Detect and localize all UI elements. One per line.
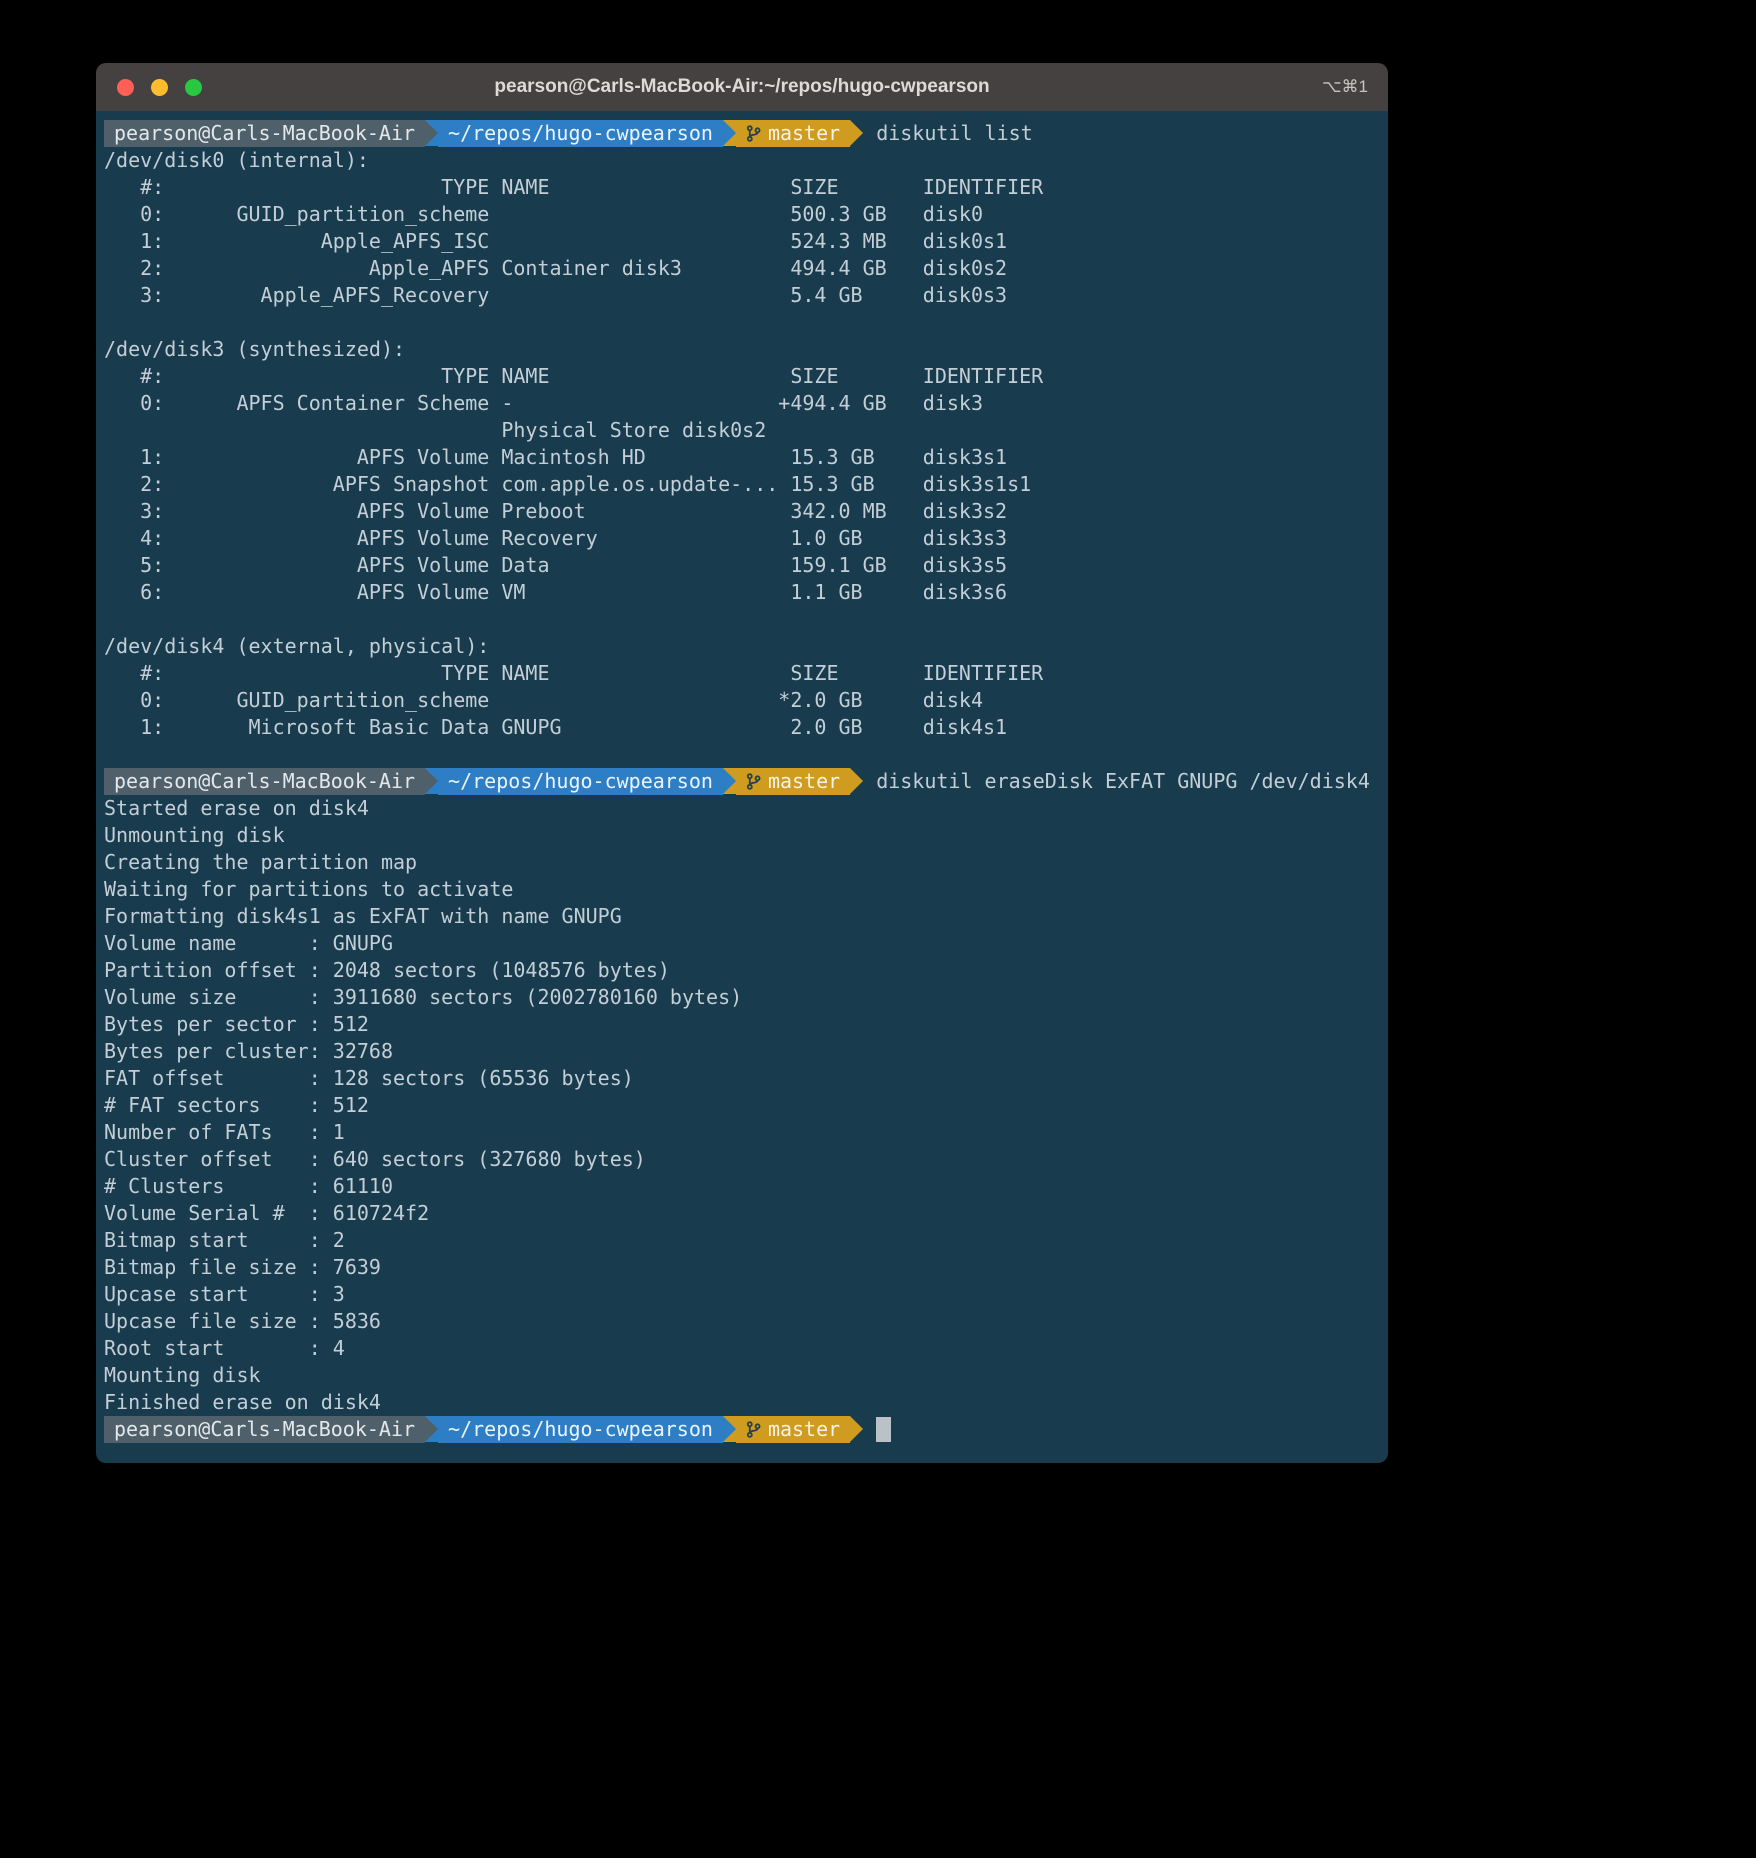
terminal-output-line: Started erase on disk4 [104, 795, 1380, 822]
window-titlebar[interactable]: pearson@Carls-MacBook-Air:~/repos/hugo-c… [96, 63, 1388, 111]
powerline-separator-icon [723, 1416, 736, 1442]
terminal-window: pearson@Carls-MacBook-Air:~/repos/hugo-c… [96, 63, 1388, 1463]
command-text: diskutil eraseDisk ExFAT GNUPG /dev/disk… [863, 768, 1370, 795]
powerline-separator-icon [425, 768, 438, 794]
git-branch-name: master [768, 120, 840, 147]
terminal-output-line: 0: APFS Container Scheme - +494.4 GB dis… [104, 390, 1380, 417]
terminal-output-line: Upcase start : 3 [104, 1281, 1380, 1308]
terminal-output-line: 3: APFS Volume Preboot 342.0 MB disk3s2 [104, 498, 1380, 525]
powerline-separator-icon [723, 120, 736, 146]
prompt-directory: ~/repos/hugo-cwpearson [438, 1416, 723, 1443]
terminal-output-line: Volume Serial # : 610724f2 [104, 1200, 1380, 1227]
terminal-cursor[interactable] [876, 1417, 891, 1442]
terminal-output-line: 4: APFS Volume Recovery 1.0 GB disk3s3 [104, 525, 1380, 552]
terminal-output-line: 2: Apple_APFS Container disk3 494.4 GB d… [104, 255, 1380, 282]
terminal-output-line: Formatting disk4s1 as ExFAT with name GN… [104, 903, 1380, 930]
prompt-line-3: pearson@Carls-MacBook-Air ~/repos/hugo-c… [104, 1416, 1380, 1443]
terminal-output-line: Bytes per cluster: 32768 [104, 1038, 1380, 1065]
terminal-output-line: Physical Store disk0s2 [104, 417, 1380, 444]
minimize-button[interactable] [151, 79, 168, 96]
command-text: diskutil list [863, 120, 1033, 147]
terminal-output-line: Bitmap file size : 7639 [104, 1254, 1380, 1281]
terminal-output-line [104, 606, 1380, 633]
terminal-output-line: Finished erase on disk4 [104, 1389, 1380, 1416]
terminal-output-line: /dev/disk3 (synthesized): [104, 336, 1380, 363]
git-branch-icon [746, 125, 761, 142]
traffic-lights [96, 79, 202, 96]
terminal-output-line: # FAT sectors : 512 [104, 1092, 1380, 1119]
prompt-git-segment: master [736, 1416, 850, 1443]
terminal-output-line: 1: Apple_APFS_ISC 524.3 MB disk0s1 [104, 228, 1380, 255]
terminal-output-line: 1: APFS Volume Macintosh HD 15.3 GB disk… [104, 444, 1380, 471]
git-branch-icon [746, 773, 761, 790]
terminal-output-line: Partition offset : 2048 sectors (1048576… [104, 957, 1380, 984]
prompt-git-segment: master [736, 120, 850, 147]
terminal-output-line [104, 309, 1380, 336]
terminal-output-line: Waiting for partitions to activate [104, 876, 1380, 903]
terminal-output-line: Mounting disk [104, 1362, 1380, 1389]
prompt-git-segment: master [736, 768, 850, 795]
powerline-separator-icon [850, 1416, 863, 1442]
prompt-user-host: pearson@Carls-MacBook-Air [104, 1416, 425, 1443]
terminal-output-line: Unmounting disk [104, 822, 1380, 849]
close-button[interactable] [117, 79, 134, 96]
terminal-output-line: #: TYPE NAME SIZE IDENTIFIER [104, 174, 1380, 201]
terminal-output-line: # Clusters : 61110 [104, 1173, 1380, 1200]
window-shortcut-badge: ⌥⌘1 [1322, 77, 1368, 97]
terminal-output-line: FAT offset : 128 sectors (65536 bytes) [104, 1065, 1380, 1092]
terminal-output-line: Creating the partition map [104, 849, 1380, 876]
diskutil-list-output: /dev/disk0 (internal): #: TYPE NAME SIZE… [104, 147, 1380, 768]
terminal-output-line: #: TYPE NAME SIZE IDENTIFIER [104, 363, 1380, 390]
window-title: pearson@Carls-MacBook-Air:~/repos/hugo-c… [96, 76, 1388, 98]
terminal-output-line [104, 741, 1380, 768]
terminal-output-line: Bitmap start : 2 [104, 1227, 1380, 1254]
powerline-separator-icon [850, 120, 863, 146]
prompt-line-1: pearson@Carls-MacBook-Air ~/repos/hugo-c… [104, 120, 1380, 147]
prompt-directory: ~/repos/hugo-cwpearson [438, 768, 723, 795]
terminal-output-line: 6: APFS Volume VM 1.1 GB disk3s6 [104, 579, 1380, 606]
git-branch-icon [746, 1421, 761, 1438]
git-branch-name: master [768, 768, 840, 795]
terminal-output-line: Volume size : 3911680 sectors (200278016… [104, 984, 1380, 1011]
prompt-user-host: pearson@Carls-MacBook-Air [104, 768, 425, 795]
erase-disk-output: Started erase on disk4Unmounting diskCre… [104, 795, 1380, 1416]
powerline-separator-icon [850, 768, 863, 794]
zoom-button[interactable] [185, 79, 202, 96]
terminal-output-line: /dev/disk4 (external, physical): [104, 633, 1380, 660]
terminal-content[interactable]: pearson@Carls-MacBook-Air ~/repos/hugo-c… [96, 111, 1388, 1463]
terminal-output-line: Cluster offset : 640 sectors (327680 byt… [104, 1146, 1380, 1173]
terminal-output-line: 3: Apple_APFS_Recovery 5.4 GB disk0s3 [104, 282, 1380, 309]
terminal-output-line: Volume name : GNUPG [104, 930, 1380, 957]
powerline-separator-icon [425, 120, 438, 146]
terminal-output-line: 0: GUID_partition_scheme 500.3 GB disk0 [104, 201, 1380, 228]
terminal-output-line: Number of FATs : 1 [104, 1119, 1380, 1146]
terminal-output-line: 5: APFS Volume Data 159.1 GB disk3s5 [104, 552, 1380, 579]
terminal-output-line: 1: Microsoft Basic Data GNUPG 2.0 GB dis… [104, 714, 1380, 741]
prompt-directory: ~/repos/hugo-cwpearson [438, 120, 723, 147]
powerline-separator-icon [425, 1416, 438, 1442]
terminal-output-line: Bytes per sector : 512 [104, 1011, 1380, 1038]
prompt-user-host: pearson@Carls-MacBook-Air [104, 120, 425, 147]
powerline-separator-icon [723, 768, 736, 794]
terminal-output-line: 2: APFS Snapshot com.apple.os.update-...… [104, 471, 1380, 498]
terminal-output-line: Root start : 4 [104, 1335, 1380, 1362]
prompt-line-2: pearson@Carls-MacBook-Air ~/repos/hugo-c… [104, 768, 1380, 795]
terminal-output-line: #: TYPE NAME SIZE IDENTIFIER [104, 660, 1380, 687]
terminal-output-line: Upcase file size : 5836 [104, 1308, 1380, 1335]
git-branch-name: master [768, 1416, 840, 1443]
terminal-output-line: /dev/disk0 (internal): [104, 147, 1380, 174]
terminal-output-line: 0: GUID_partition_scheme *2.0 GB disk4 [104, 687, 1380, 714]
